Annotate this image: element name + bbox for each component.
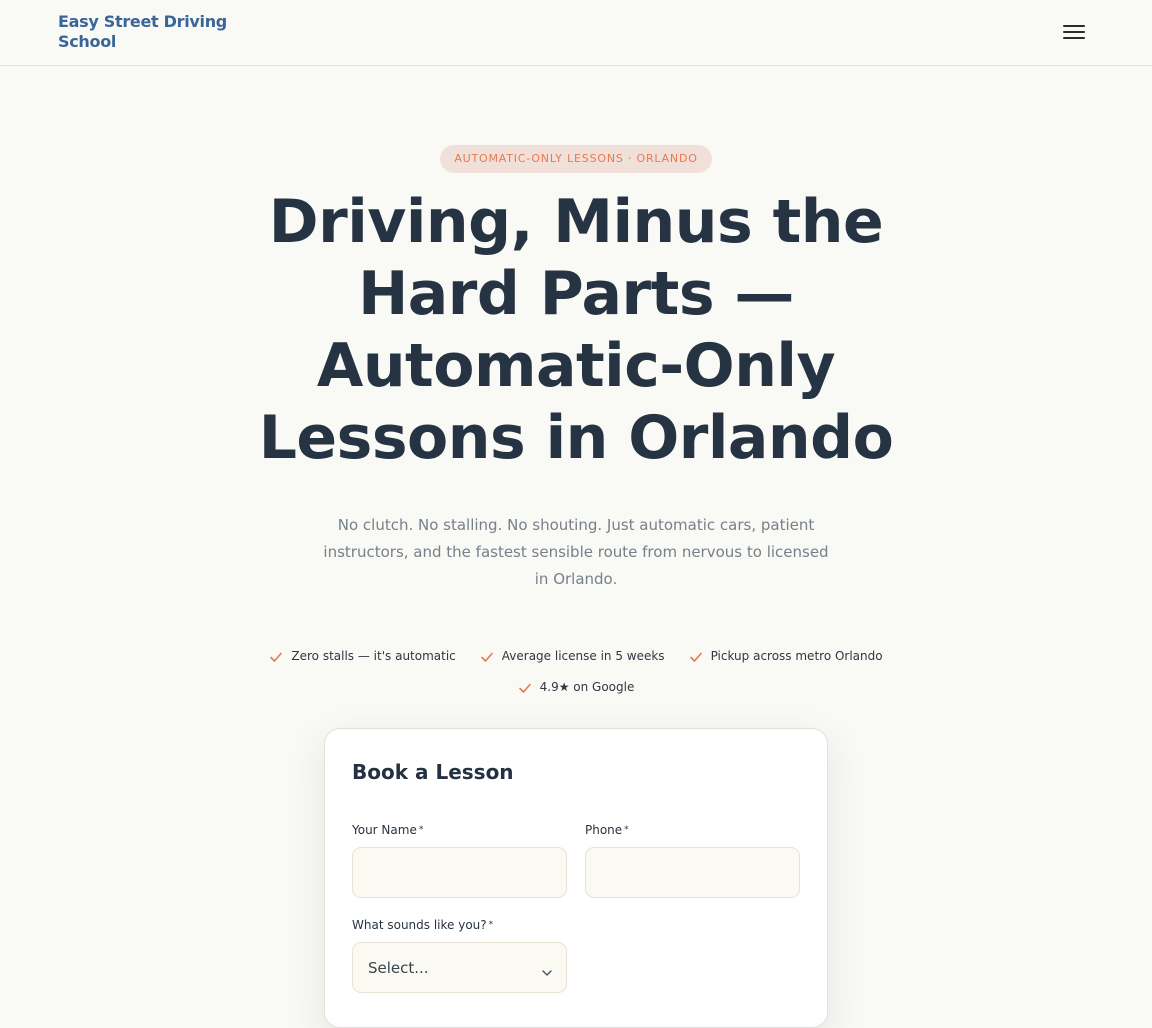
benefit-item: Zero stalls — it's automatic — [269, 646, 456, 667]
hero-subtitle: No clutch. No stalling. No shouting. Jus… — [323, 516, 829, 588]
menu-line — [1063, 31, 1085, 33]
name-label-text: Your Name — [352, 823, 417, 837]
site-header: Easy Street Driving School — [0, 0, 1152, 66]
benefit-item: Average license in 5 weeks — [480, 646, 665, 667]
phone-input[interactable] — [585, 847, 800, 898]
phone-field-label: Phone * — [585, 822, 629, 838]
booking-form-title: Book a Lesson — [352, 760, 514, 784]
situation-label-text: What sounds like you? — [352, 918, 487, 932]
hero-eyebrow-badge: AUTOMATIC-ONLY LESSONS · ORLANDO — [440, 145, 712, 173]
check-icon — [518, 681, 532, 695]
check-icon — [480, 650, 494, 664]
benefit-label: 4.9★ on Google — [539, 680, 635, 694]
hamburger-menu-icon[interactable] — [1062, 22, 1086, 42]
chevron-down-icon — [541, 963, 553, 976]
benefit-item: Pickup across metro Orlando — [689, 646, 883, 667]
menu-line — [1063, 25, 1085, 27]
site-logo[interactable]: Easy Street Driving School — [58, 12, 228, 52]
benefit-label: Pickup across metro Orlando — [710, 649, 883, 663]
booking-form-card: Book a Lesson Your Name * Phone * What sou… — [324, 728, 828, 1028]
check-icon — [689, 650, 703, 664]
benefit-item: 4.9★ on Google — [518, 677, 635, 698]
required-marker: * — [624, 825, 629, 835]
situation-field-label: What sounds like you? * — [352, 917, 493, 933]
name-field-label: Your Name * — [352, 822, 423, 838]
hero-title: Driving, Minus the Hard Parts — Automati… — [258, 187, 894, 473]
benefit-label: Zero stalls — it's automatic — [291, 649, 456, 663]
situation-select[interactable]: Select... — [352, 942, 567, 993]
phone-label-text: Phone — [585, 823, 623, 837]
benefit-label: Average license in 5 weeks — [501, 649, 665, 663]
required-marker: * — [418, 825, 424, 835]
situation-select-value: Select... — [368, 959, 429, 977]
benefits-list: Zero stalls — it's automatic Average lic… — [226, 646, 926, 698]
required-marker: * — [488, 920, 494, 930]
menu-line — [1063, 37, 1085, 39]
check-icon — [269, 650, 283, 664]
name-input[interactable] — [352, 847, 567, 898]
